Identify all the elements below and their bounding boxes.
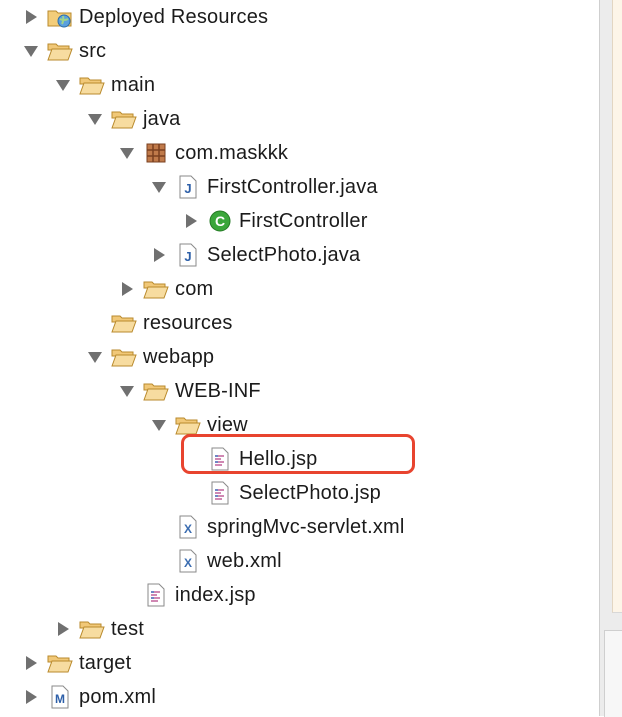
tree-item-label: SelectPhoto.jsp <box>239 481 381 504</box>
java-file-icon: J <box>175 243 201 267</box>
jsp-file-icon <box>143 583 169 607</box>
tree-item-select-photo-jsp[interactable]: SelectPhoto.jsp <box>183 476 381 510</box>
tree-item-label: web.xml <box>207 549 282 572</box>
globe-folder-icon <box>47 5 73 29</box>
tree-item-resources[interactable]: resources <box>87 306 233 340</box>
open-folder-icon <box>143 277 169 301</box>
expand-toggle-icon[interactable] <box>23 9 39 25</box>
tree-item-label: webapp <box>143 345 215 368</box>
tree-item-label: target <box>79 651 132 674</box>
open-folder-icon <box>111 345 137 369</box>
tree-item-label: main <box>111 73 156 96</box>
tree-item-first-controller-class[interactable]: C FirstController <box>183 204 368 238</box>
jsp-file-icon <box>207 481 233 505</box>
xml-file-icon: X <box>175 515 201 539</box>
tree-item-web-inf[interactable]: WEB-INF <box>119 374 261 408</box>
tree-item-java[interactable]: java <box>87 102 181 136</box>
tree-item-label: FirstController <box>239 209 368 232</box>
tree-item-label: pom.xml <box>79 685 156 708</box>
tree-item-src[interactable]: src <box>23 34 106 68</box>
highlight-box <box>181 434 415 474</box>
xml-file-icon: X <box>175 549 201 573</box>
collapse-toggle-icon[interactable] <box>87 349 103 365</box>
tree-item-webapp[interactable]: webapp <box>87 340 214 374</box>
tree-item-select-photo-java[interactable]: J SelectPhoto.java <box>151 238 360 272</box>
tree-item-test[interactable]: test <box>55 612 144 646</box>
tree-item-label: WEB-INF <box>175 379 261 402</box>
tree-item-pom-xml[interactable]: M pom.xml <box>23 680 156 714</box>
open-folder-icon <box>111 311 137 335</box>
tree-item-label: resources <box>143 311 233 334</box>
toggle-placeholder <box>151 553 167 569</box>
tree-item-label: src <box>79 39 107 62</box>
tree-item-first-controller-java[interactable]: J FirstController.java <box>151 170 378 204</box>
tree-item-label: index.jsp <box>175 583 256 606</box>
tree-item-label: Deployed Resources <box>79 5 269 28</box>
open-folder-icon <box>111 107 137 131</box>
editor-pane-edge <box>599 0 622 717</box>
maven-file-icon: M <box>47 685 73 709</box>
collapse-toggle-icon[interactable] <box>151 179 167 195</box>
svg-text:J: J <box>184 181 191 196</box>
collapse-toggle-icon[interactable] <box>151 417 167 433</box>
collapse-toggle-icon[interactable] <box>23 43 39 59</box>
tree-item-label: SelectPhoto.java <box>207 243 361 266</box>
collapse-toggle-icon[interactable] <box>119 383 135 399</box>
tree-item-spring-mvc-servlet-xml[interactable]: X springMvc-servlet.xml <box>151 510 405 544</box>
tree-item-label: com.maskkk <box>175 141 289 164</box>
java-file-icon: J <box>175 175 201 199</box>
tree-item-label: FirstController.java <box>207 175 378 198</box>
svg-text:C: C <box>215 213 225 229</box>
editor-area <box>612 0 622 613</box>
open-folder-icon <box>79 73 105 97</box>
toggle-placeholder <box>87 315 103 331</box>
tree-item-label: com <box>175 277 214 300</box>
toggle-placeholder <box>183 485 199 501</box>
tree-item-main[interactable]: main <box>55 68 155 102</box>
open-folder-icon <box>79 617 105 641</box>
tree-item-web-xml[interactable]: X web.xml <box>151 544 282 578</box>
svg-text:J: J <box>184 249 191 264</box>
tree-item-deployed-resources[interactable]: Deployed Resources <box>23 0 268 34</box>
tree-item-label: test <box>111 617 145 640</box>
svg-text:X: X <box>184 522 192 536</box>
collapse-toggle-icon[interactable] <box>55 77 71 93</box>
project-explorer-tree: Deployed Resources src main java com.mas… <box>0 0 600 716</box>
expand-toggle-icon[interactable] <box>119 281 135 297</box>
tree-item-index-jsp[interactable]: index.jsp <box>119 578 256 612</box>
svg-text:X: X <box>184 556 192 570</box>
tree-item-package[interactable]: com.maskkk <box>119 136 288 170</box>
toggle-placeholder <box>151 519 167 535</box>
tree-item-label: java <box>143 107 181 130</box>
tree-item-com[interactable]: com <box>119 272 213 306</box>
tree-item-label: springMvc-servlet.xml <box>207 515 405 538</box>
expand-toggle-icon[interactable] <box>151 247 167 263</box>
tree-item-target[interactable]: target <box>23 646 131 680</box>
bottom-panel <box>604 630 622 717</box>
svg-text:M: M <box>55 692 65 706</box>
expand-toggle-icon[interactable] <box>23 689 39 705</box>
expand-toggle-icon[interactable] <box>55 621 71 637</box>
package-icon <box>143 141 169 165</box>
expand-toggle-icon[interactable] <box>183 213 199 229</box>
class-icon: C <box>207 209 233 233</box>
collapse-toggle-icon[interactable] <box>119 145 135 161</box>
expand-toggle-icon[interactable] <box>23 655 39 671</box>
open-folder-icon <box>143 379 169 403</box>
open-folder-icon <box>47 39 73 63</box>
open-folder-icon <box>47 651 73 675</box>
toggle-placeholder <box>119 587 135 603</box>
collapse-toggle-icon[interactable] <box>87 111 103 127</box>
